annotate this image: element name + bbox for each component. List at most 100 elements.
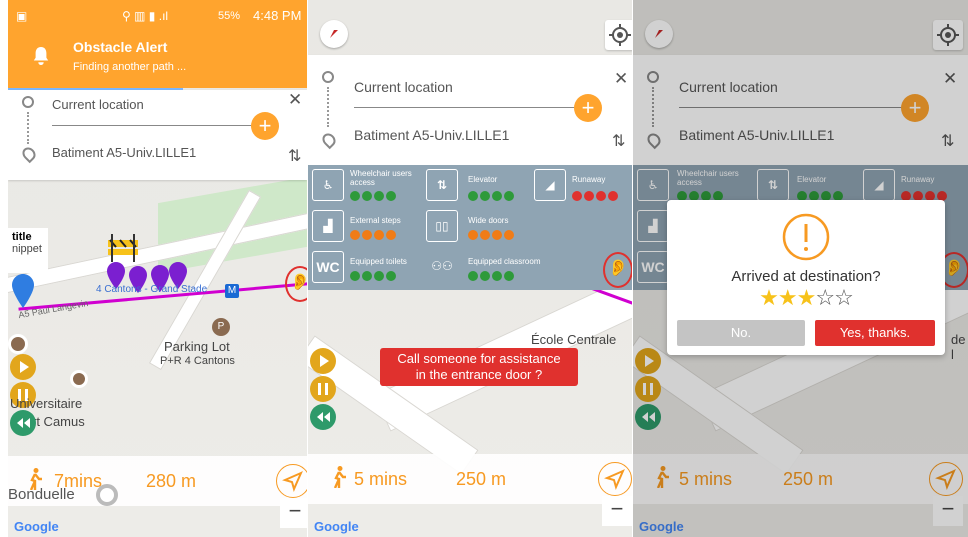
status-icons: ⚲ ▥ ▮ .ıl	[122, 9, 169, 23]
navigate-button[interactable]	[276, 464, 307, 498]
rewind-button[interactable]	[310, 404, 336, 430]
rating-dots	[350, 271, 398, 283]
add-waypoint-button[interactable]: +	[574, 94, 602, 122]
wheelchair-icon: ♿	[312, 169, 344, 201]
obstacle-alert-banner[interactable]: Obstacle Alert Finding another path ...	[8, 26, 307, 88]
star-empty-icon[interactable]: ☆	[834, 285, 854, 310]
access-wheelchair[interactable]: ♿ Wheelchair users access	[312, 169, 427, 207]
divider	[52, 125, 262, 126]
swap-icon[interactable]: ⇅	[612, 131, 625, 151]
yes-button[interactable]: Yes, thanks.	[815, 320, 935, 346]
parking-icon: P	[212, 318, 230, 336]
bonduelle-label: Bonduelle	[8, 486, 75, 503]
ramp-icon: ◢	[534, 169, 566, 201]
zoom-out-button[interactable]: −	[602, 496, 632, 526]
univ-label: Universitaire	[10, 396, 83, 411]
destination-icon	[319, 130, 339, 150]
my-location-button[interactable]	[605, 20, 632, 50]
access-toilets[interactable]: WC Equipped toilets	[312, 251, 427, 289]
compass-button[interactable]	[320, 20, 348, 48]
parking-label: Parking Lot	[164, 339, 230, 354]
rewind-icon	[17, 418, 30, 428]
access-steps[interactable]: ▟ External steps	[312, 210, 427, 248]
toilets-icon: WC	[312, 251, 344, 283]
accessibility-panel: ♿ Wheelchair users access ⇅ Elevator ◢ R…	[308, 165, 632, 290]
hearing-icon[interactable]: 👂	[285, 266, 307, 302]
google-logo: Google	[314, 519, 359, 534]
close-icon[interactable]: ✕	[614, 69, 628, 89]
arrival-dialog: Arrived at destination? ★★★☆☆ No. Yes, t…	[667, 200, 945, 355]
access-wide-doors[interactable]: ▯▯ Wide doors	[426, 210, 531, 248]
obstacle-markers-icon[interactable]	[106, 262, 194, 302]
navigation-arrow-icon	[604, 469, 625, 490]
metro-icon: M	[225, 284, 239, 298]
google-logo: Google	[14, 519, 59, 534]
origin-input[interactable]: Current location	[52, 97, 144, 112]
divider	[354, 107, 584, 108]
screen-arrival-rating: Current location + ✕ Batiment A5-Univ.LI…	[633, 0, 968, 537]
origin-input[interactable]: Current location	[354, 79, 453, 95]
play-button[interactable]	[10, 354, 36, 380]
assistance-prompt-button[interactable]: Call someone for assistance in the entra…	[380, 348, 578, 386]
crosshair-icon	[609, 24, 631, 46]
route-box: Current location + ✕ Batiment A5-Univ.LI…	[308, 55, 632, 165]
walk-icon	[333, 466, 346, 488]
navigate-button[interactable]	[598, 462, 632, 496]
trip-distance: 250 m	[456, 469, 507, 489]
location-dot-icon	[96, 484, 118, 506]
access-ramp[interactable]: ◢ Runaway	[534, 169, 632, 207]
star-filled-icon[interactable]: ★	[778, 285, 798, 310]
hearing-icon[interactable]: 👂	[603, 252, 632, 288]
access-elevator[interactable]: ⇅ Elevator	[426, 169, 531, 207]
poi-icon	[70, 370, 88, 388]
access-classroom[interactable]: ⚇⚇ Equipped classroom	[426, 251, 546, 289]
star-filled-icon[interactable]: ★	[797, 285, 817, 310]
swap-icon[interactable]: ⇅	[288, 146, 301, 166]
star-rating[interactable]: ★★★☆☆	[667, 285, 945, 311]
trip-summary-bar: 5 mins 250 m	[308, 454, 632, 504]
pause-button[interactable]	[310, 376, 336, 402]
marker-tooltip: title nippet	[8, 228, 48, 273]
classroom-icon: ⚇⚇	[431, 259, 453, 273]
steps-icon: ▟	[312, 210, 344, 242]
rating-dots	[468, 230, 516, 242]
destination-icon	[19, 144, 39, 164]
destination-input[interactable]: Batiment A5-Univ.LILLE1	[52, 145, 196, 160]
origin-icon	[22, 96, 34, 108]
origin-icon	[322, 71, 334, 83]
rating-dots	[572, 191, 620, 203]
map-marker-blue-icon[interactable]	[12, 274, 34, 308]
notification-icon: ▣	[16, 9, 28, 23]
rating-dots	[350, 191, 398, 203]
dialog-question: Arrived at destination?	[731, 268, 881, 285]
compass-icon	[330, 30, 338, 38]
bell-icon	[33, 47, 49, 65]
route-dots	[327, 87, 329, 127]
elevator-icon: ⇅	[426, 169, 458, 201]
rewind-icon	[317, 412, 330, 422]
play-icon	[20, 361, 29, 373]
wide-doors-icon: ▯▯	[426, 210, 458, 242]
star-empty-icon[interactable]: ☆	[815, 285, 835, 310]
add-waypoint-button[interactable]: +	[251, 112, 279, 140]
station-label: 4 Cantons - Grand Stade	[96, 284, 208, 295]
rating-dots	[468, 191, 516, 203]
alert-title: Obstacle Alert	[73, 39, 168, 55]
play-button[interactable]	[310, 348, 336, 374]
play-icon	[320, 355, 329, 367]
rating-dots	[350, 230, 398, 242]
alert-subtitle: Finding another path ...	[73, 61, 187, 73]
route-box: Current location + ✕ Batiment A5-Univ.LI…	[8, 90, 307, 180]
rewind-button[interactable]	[10, 410, 36, 436]
close-icon[interactable]: ✕	[288, 90, 302, 110]
star-filled-icon[interactable]: ★	[759, 285, 779, 310]
route-dots	[27, 112, 29, 144]
screen-accessibility-info: Current location + ✕ Batiment A5-Univ.LI…	[308, 0, 632, 537]
screen-obstacle-alert: ▣ ⚲ ▥ ▮ .ıl 55% 4:48 PM Obstacle Alert F…	[8, 0, 307, 537]
clock: 4:48 PM	[253, 8, 302, 23]
destination-input[interactable]: Batiment A5-Univ.LILLE1	[354, 127, 509, 143]
pause-icon	[318, 383, 328, 395]
zoom-out-button[interactable]: −	[280, 498, 307, 528]
rating-dots	[468, 271, 516, 283]
no-button[interactable]: No.	[677, 320, 805, 346]
